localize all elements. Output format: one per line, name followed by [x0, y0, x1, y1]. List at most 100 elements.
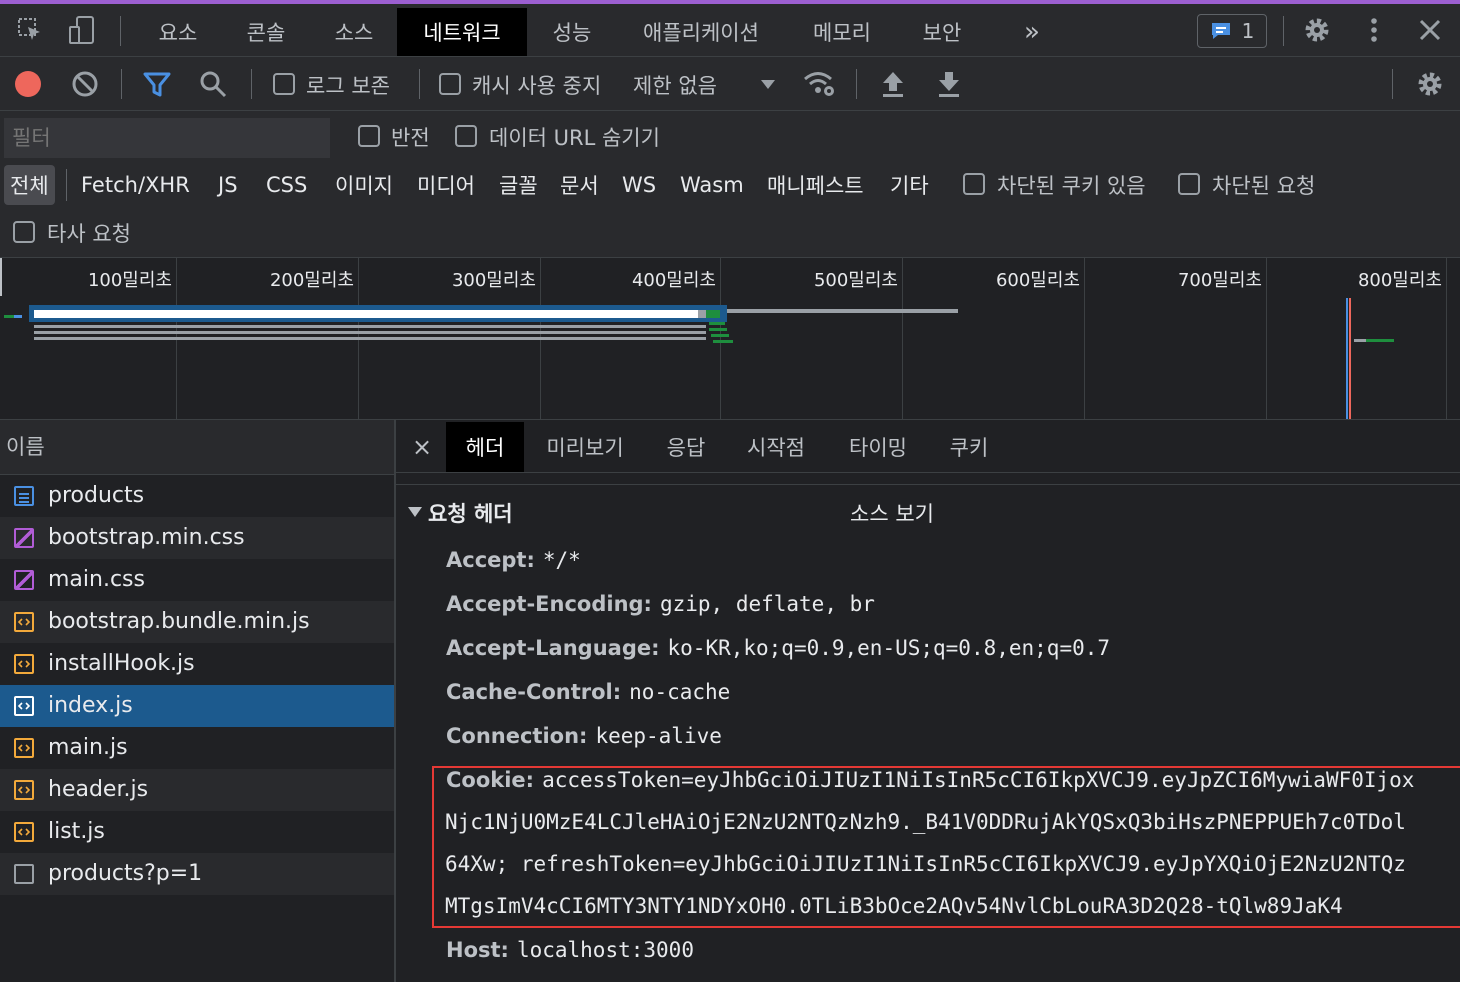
timeline-request-bar [698, 310, 706, 318]
preserve-log-checkbox[interactable] [273, 73, 295, 95]
invert-label: 반전 [391, 126, 430, 150]
timeline-tick-label: 300밀리초 [451, 270, 536, 291]
type-filter-css[interactable]: CSS [266, 165, 307, 205]
more-tabs-icon[interactable]: » [1012, 8, 1052, 56]
tab-elements[interactable]: 요소 [148, 8, 208, 56]
timeline-start-marker [0, 258, 2, 296]
devtools-tab-bar: 요소 콘솔 소스 네트워크 성능 애플리케이션 메모리 보안 » 1 [0, 4, 1460, 57]
request-details-panel: × 헤더 미리보기 응답 시작점 타이밍 쿠키 요청 헤더 소스 보기 Acce… [396, 420, 1460, 982]
cookie-value-line: MTgsImV4cCI6MTY3NTY1NDYxOH0.0TLiB3bOce2A… [445, 894, 1343, 918]
name-column-header[interactable]: 이름 [0, 420, 394, 475]
timeline-request-bar [711, 334, 729, 337]
script-icon [14, 612, 34, 632]
clear-icon[interactable] [68, 67, 102, 101]
blocked-cookies-checkbox[interactable] [963, 173, 985, 195]
chevron-down-icon[interactable] [751, 67, 785, 101]
divider [251, 69, 252, 99]
request-row[interactable]: bootstrap.bundle.min.js [0, 601, 394, 643]
network-overview-timeline[interactable]: 100밀리초 200밀리초 300밀리초 400밀리초 500밀리초 600밀리… [0, 258, 1460, 420]
request-row[interactable]: main.css [0, 559, 394, 601]
invert-checkbox[interactable] [358, 125, 380, 147]
network-settings-icon[interactable] [1413, 67, 1447, 101]
tab-sources[interactable]: 소스 [324, 8, 384, 56]
settings-icon[interactable] [1301, 14, 1333, 46]
tab-memory[interactable]: 메모리 [800, 8, 884, 56]
close-details-icon[interactable]: × [408, 422, 436, 472]
import-har-icon[interactable] [876, 67, 910, 101]
tab-headers[interactable]: 헤더 [446, 422, 524, 472]
close-devtools-icon[interactable] [1414, 14, 1446, 46]
request-name: products?p=1 [48, 861, 203, 886]
request-row[interactable]: header.js [0, 769, 394, 811]
hide-data-urls-checkbox[interactable] [455, 125, 477, 147]
request-row[interactable]: installHook.js [0, 643, 394, 685]
header-row-cache-control: Cache-Control: no-cache [446, 680, 730, 704]
export-har-icon[interactable] [932, 67, 966, 101]
script-icon [14, 654, 34, 674]
device-toolbar-icon[interactable] [66, 14, 98, 46]
request-row[interactable]: main.js [0, 727, 394, 769]
network-toolbar: 로그 보존 캐시 사용 중지 제한 없음 [0, 57, 1460, 111]
issues-badge[interactable]: 1 [1197, 14, 1267, 48]
throttling-select[interactable]: 제한 없음 [633, 70, 717, 100]
network-conditions-icon[interactable] [802, 67, 836, 101]
tab-timing[interactable]: 타이밍 [844, 422, 912, 472]
record-icon[interactable] [11, 67, 45, 101]
view-source-link[interactable]: 소스 보기 [850, 498, 934, 528]
type-filter-img[interactable]: 이미지 [335, 165, 393, 205]
filter-input[interactable] [4, 118, 330, 158]
third-party-label: 타사 요청 [47, 222, 131, 246]
script-icon [14, 696, 34, 716]
request-row[interactable]: list.js [0, 811, 394, 853]
tab-performance[interactable]: 성능 [542, 8, 602, 56]
inspect-element-icon[interactable] [14, 14, 46, 46]
type-filter-other[interactable]: 기타 [890, 165, 929, 205]
tab-console[interactable]: 콘솔 [236, 8, 296, 56]
type-filter-fetch-xhr[interactable]: Fetch/XHR [81, 165, 190, 205]
filter-bar: 반전 데이터 URL 숨기기 전체 Fetch/XHR JS CSS 이미지 미… [0, 111, 1460, 258]
requests-panel: 이름 products bootstrap.min.css main.css boot… [0, 420, 396, 982]
tab-response[interactable]: 응답 [660, 422, 712, 472]
timeline-tick-label: 400밀리초 [631, 270, 716, 291]
document-icon [14, 486, 34, 506]
request-row[interactable]: bootstrap.min.css [0, 517, 394, 559]
type-filter-doc[interactable]: 문서 [560, 165, 599, 205]
request-row[interactable]: index.js [0, 685, 394, 727]
type-filter-all[interactable]: 전체 [4, 165, 55, 205]
request-row[interactable]: products?p=1 [0, 853, 394, 895]
request-row[interactable]: products [0, 475, 394, 517]
timeline-request-bar [727, 309, 958, 313]
blocked-requests-label: 차단된 요청 [1212, 174, 1316, 198]
timeline-tick-label: 100밀리초 [87, 270, 172, 291]
header-row-cookie: Cookie: accessToken=eyJhbGciOiJIUzI1NiIsI… [446, 768, 1414, 792]
disable-cache-checkbox[interactable] [439, 73, 461, 95]
tab-application[interactable]: 애플리케이션 [630, 8, 772, 56]
more-options-icon[interactable] [1358, 14, 1390, 46]
request-headers-title[interactable]: 요청 헤더 [428, 498, 513, 528]
type-filter-font[interactable]: 글꼴 [499, 165, 538, 205]
tab-cookies[interactable]: 쿠키 [946, 422, 992, 472]
type-filter-ws[interactable]: WS [622, 165, 656, 205]
header-value: localhost:3000 [516, 938, 694, 962]
tab-preview[interactable]: 미리보기 [542, 422, 628, 472]
search-icon[interactable] [196, 67, 230, 101]
request-name: bootstrap.min.css [48, 525, 245, 550]
type-filter-wasm[interactable]: Wasm [680, 165, 744, 205]
header-name: Accept-Encoding: [446, 592, 652, 616]
divider [419, 69, 420, 99]
tab-security[interactable]: 보안 [912, 8, 972, 56]
type-filter-js[interactable]: JS [218, 165, 238, 205]
divider [66, 169, 67, 201]
tab-initiator[interactable]: 시작점 [742, 422, 810, 472]
header-row-accept: Accept: */* [446, 548, 581, 572]
timeline-gridline [1266, 258, 1267, 419]
cookie-value-line: accessToken=eyJhbGciOiJIUzI1NiIsInR5cCI6… [542, 768, 1415, 792]
filter-icon[interactable] [140, 67, 174, 101]
third-party-checkbox[interactable] [13, 221, 35, 243]
type-filter-manifest[interactable]: 매니페스트 [767, 165, 864, 205]
blocked-cookies-label: 차단된 쿠키 있음 [997, 174, 1146, 198]
type-filter-media[interactable]: 미디어 [417, 165, 475, 205]
blocked-requests-checkbox[interactable] [1178, 173, 1200, 195]
expand-triangle-icon[interactable] [408, 506, 422, 518]
tab-network[interactable]: 네트워크 [397, 8, 527, 56]
